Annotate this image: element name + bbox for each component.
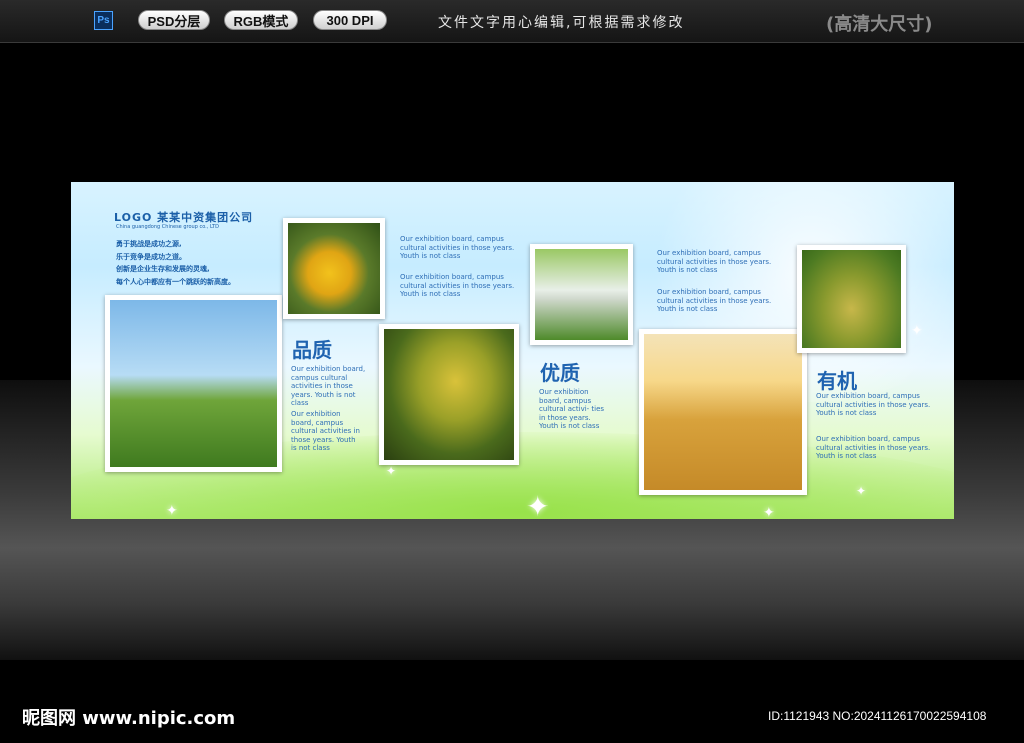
sparkle-icon: ✦ bbox=[856, 484, 867, 498]
photoshop-icon: Ps bbox=[94, 11, 113, 30]
section-heading-quality: 品质 bbox=[292, 338, 332, 362]
motto-line: 创新是企业生存和发展的灵魂, bbox=[116, 265, 210, 273]
section-text: Our exhibition board, campus cultural ac… bbox=[657, 288, 772, 313]
site-watermark: 昵图网 www.nipic.com bbox=[22, 708, 236, 729]
farmer-field-photo bbox=[639, 329, 807, 495]
sparkle-icon: ✦ bbox=[386, 464, 397, 478]
sparkle-icon: ✦ bbox=[911, 322, 923, 338]
wheat-photo bbox=[105, 295, 282, 472]
section-text: Our exhibition board, campus cultural ac… bbox=[657, 249, 772, 274]
badge-psd-layers: PSD分层 bbox=[138, 10, 210, 30]
section-heading-premium: 优质 bbox=[540, 361, 580, 385]
section-text: Our exhibition board, campus cultural ac… bbox=[816, 435, 931, 460]
company-english-name: China guangdong Chinese group co., LTD bbox=[116, 224, 219, 230]
edit-note: 文件文字用心编辑,可根据需求修改 bbox=[438, 15, 685, 31]
section-text: Our exhibition board, campus cultural ac… bbox=[291, 410, 360, 452]
image-id: ID:1121943 NO:20241126170022594108 bbox=[768, 709, 987, 723]
badge-dpi: 300 DPI bbox=[313, 10, 387, 30]
sparkle-icon: ✦ bbox=[166, 502, 178, 518]
section-heading-organic: 有机 bbox=[817, 369, 857, 393]
section-text: Our exhibition board, campus cultural ac… bbox=[539, 388, 605, 430]
motto-line: 乐于竞争是成功之道。 bbox=[116, 252, 186, 261]
corn-photo bbox=[283, 218, 385, 319]
hands-seedlings-photo bbox=[530, 244, 633, 345]
resolution-label: (高清大尺寸) bbox=[826, 14, 933, 35]
motto-line: 勇于挑战是成功之源, bbox=[116, 240, 182, 248]
motto-line: 每个人心中都应有一个跳跃的新高度。 bbox=[116, 277, 235, 286]
millet-photo bbox=[379, 324, 519, 465]
sparkle-icon: ✦ bbox=[526, 491, 550, 519]
rice-photo bbox=[797, 245, 906, 353]
section-text: Our exhibition board, campus cultural ac… bbox=[400, 235, 515, 260]
motto-block: 勇于挑战是成功之源, 乐于竞争是成功之道。 创新是企业生存和发展的灵魂, 每个人… bbox=[116, 238, 235, 288]
section-text: Our exhibition board, campus cultural ac… bbox=[400, 273, 515, 298]
exhibition-board: LOGO 某某中资集团公司 China guangdong Chinese gr… bbox=[71, 182, 954, 519]
company-logo: LOGO 某某中资集团公司 bbox=[114, 211, 254, 224]
section-text: Our exhibition board, campus cultural ac… bbox=[816, 392, 931, 417]
sparkle-icon: ✦ bbox=[763, 504, 775, 519]
top-toolbar: Ps PSD分层 RGB模式 300 DPI 文件文字用心编辑,可根据需求修改 … bbox=[0, 0, 1024, 43]
section-text: Our exhibition board, campus cultural ac… bbox=[291, 365, 366, 407]
badge-rgb-mode: RGB模式 bbox=[224, 10, 298, 30]
